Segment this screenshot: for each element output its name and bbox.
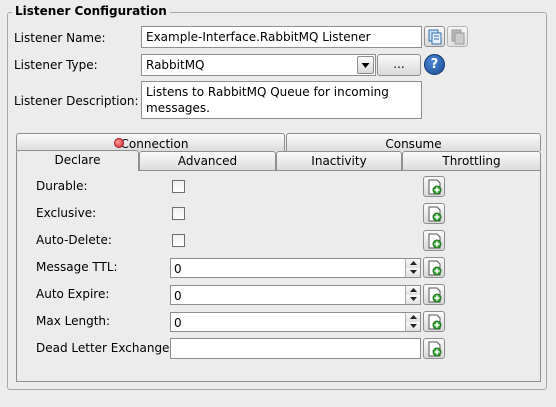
listener-name-label: Listener Name: — [14, 31, 106, 45]
auto-delete-add-variable-button[interactable] — [423, 230, 445, 251]
chevron-down-icon — [409, 270, 417, 274]
tab-consume-label: Consume — [385, 137, 442, 151]
exclusive-add-variable-button[interactable] — [423, 203, 445, 224]
tab-throttling[interactable]: Throttling — [402, 151, 541, 170]
message-ttl-value: 0 — [174, 262, 182, 276]
max-length-label: Max Length: — [36, 314, 111, 328]
durable-add-variable-button[interactable] — [423, 176, 445, 197]
add-variable-icon — [428, 341, 442, 357]
chevron-down-icon — [361, 63, 370, 68]
message-ttl-stepper[interactable]: 0 — [170, 258, 421, 278]
auto-expire-add-variable-button[interactable] — [423, 284, 445, 305]
group-title: Listener Configuration — [12, 3, 170, 19]
exclusive-checkbox[interactable] — [172, 207, 185, 220]
max-length-decrement-button[interactable] — [405, 322, 420, 331]
tab-inactivity[interactable]: Inactivity — [276, 151, 402, 170]
listener-type-value: RabbitMQ — [146, 58, 205, 72]
listener-description-textarea[interactable]: Listens to RabbitMQ Queue for incoming m… — [141, 81, 422, 119]
tab-advanced-label: Advanced — [177, 154, 238, 168]
listener-description-label: Listener Description: — [14, 94, 139, 108]
add-variable-icon — [428, 206, 442, 222]
dead-letter-exchange-add-variable-button[interactable] — [423, 338, 445, 359]
browse-button[interactable]: ... — [377, 54, 421, 76]
auto-expire-decrement-button[interactable] — [405, 295, 420, 304]
chevron-down-icon — [409, 324, 417, 328]
dead-letter-exchange-input[interactable] — [170, 338, 421, 359]
tab-inactivity-label: Inactivity — [311, 154, 367, 168]
chevron-up-icon — [409, 261, 417, 265]
max-length-value: 0 — [174, 316, 182, 330]
listener-name-input[interactable]: Example-Interface.RabbitMQ Listener — [141, 26, 422, 48]
tab-declare-label: Declare — [54, 153, 101, 167]
max-length-add-variable-button[interactable] — [423, 311, 445, 332]
auto-expire-stepper[interactable]: 0 — [170, 285, 421, 305]
listener-type-label: Listener Type: — [14, 58, 98, 72]
message-ttl-decrement-button[interactable] — [405, 268, 420, 277]
help-icon[interactable]: ? — [424, 54, 445, 75]
auto-expire-label: Auto Expire: — [36, 287, 110, 301]
dead-letter-exchange-label: Dead Letter Exchange: — [36, 341, 174, 355]
add-variable-icon — [428, 260, 442, 276]
add-variable-icon — [428, 287, 442, 303]
add-variable-icon — [428, 233, 442, 249]
auto-delete-checkbox[interactable] — [172, 234, 185, 247]
tab-throttling-label: Throttling — [442, 154, 501, 168]
connection-status-icon — [114, 138, 124, 148]
add-variable-icon — [428, 314, 442, 330]
add-variable-icon — [428, 179, 442, 195]
copy-icon — [428, 29, 442, 45]
auto-expire-value: 0 — [174, 289, 182, 303]
tab-declare[interactable]: Declare — [16, 150, 139, 171]
message-ttl-add-variable-button[interactable] — [423, 257, 445, 278]
durable-label: Durable: — [36, 179, 88, 193]
auto-delete-label: Auto-Delete: — [36, 233, 112, 247]
auto-expire-increment-button[interactable] — [405, 286, 420, 295]
max-length-increment-button[interactable] — [405, 313, 420, 322]
listener-type-select[interactable]: RabbitMQ — [141, 54, 376, 76]
exclusive-label: Exclusive: — [36, 206, 97, 220]
tab-consume[interactable]: Consume — [286, 133, 541, 151]
message-ttl-increment-button[interactable] — [405, 259, 420, 268]
copy-button[interactable] — [424, 26, 445, 47]
tab-connection-label: Connection — [120, 137, 189, 151]
tab-connection[interactable]: Connection — [16, 133, 285, 151]
chevron-up-icon — [409, 315, 417, 319]
paste-icon — [451, 29, 465, 45]
chevron-down-icon — [409, 297, 417, 301]
max-length-stepper[interactable]: 0 — [170, 312, 421, 332]
message-ttl-label: Message TTL: — [36, 260, 118, 274]
listener-type-dropdown-button[interactable] — [357, 56, 374, 74]
durable-checkbox[interactable] — [172, 180, 185, 193]
tab-advanced[interactable]: Advanced — [139, 151, 276, 170]
paste-button[interactable] — [447, 26, 468, 47]
chevron-up-icon — [409, 288, 417, 292]
